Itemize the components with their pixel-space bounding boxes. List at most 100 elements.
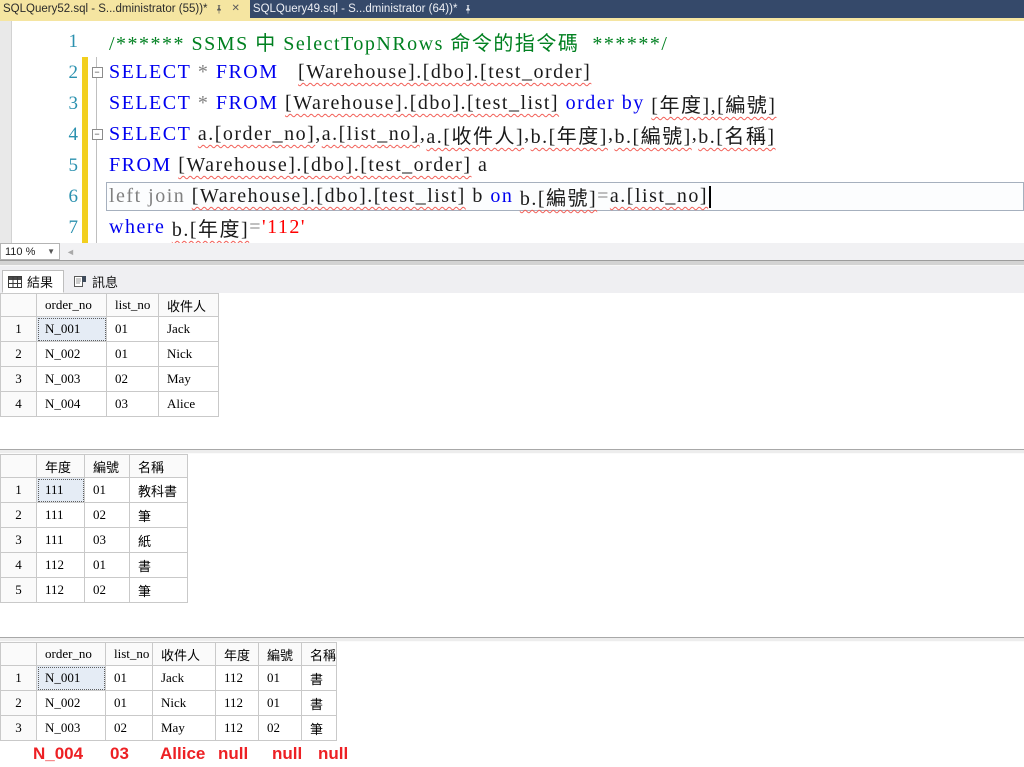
grid-cell[interactable]: 紙 [129,527,188,553]
collapse-icon[interactable]: − [91,67,103,78]
fold-margin[interactable] [88,150,106,181]
grid-cell[interactable]: 112 [215,690,259,716]
grid-header-cell[interactable]: list_no [105,642,153,666]
code-line[interactable]: 7 where b.[年度] = '112' [0,212,1024,243]
grid-cell[interactable]: 03 [106,391,159,417]
code-text[interactable]: where b.[年度] = '112' [106,213,1024,242]
grid-cell[interactable]: May [158,366,219,392]
grid-cell[interactable]: 教科書 [129,477,188,503]
tab-sqlquery49[interactable]: SQLQuery49.sql - S...dministrator (64))* [250,0,482,18]
grid-cell[interactable]: Nick [158,341,219,367]
grid-cell[interactable]: 112 [215,715,259,741]
grid-cell[interactable]: 筆 [129,502,188,528]
grid-cell[interactable]: Nick [152,690,216,716]
grid-row-number[interactable]: 2 [0,502,37,528]
grid-cell[interactable]: 書 [129,552,188,578]
grid-cell[interactable]: 筆 [129,577,188,603]
grid-cell[interactable]: N_003 [36,366,107,392]
grid-header-cell[interactable]: 年度 [36,454,85,478]
grid-row-number[interactable]: 3 [0,715,37,741]
collapse-icon[interactable]: − [91,129,103,140]
fold-margin[interactable] [88,212,106,243]
pin-icon[interactable] [214,4,224,15]
grid-cell[interactable]: 02 [84,577,130,603]
breakpoint-margin[interactable] [0,21,12,243]
code-line[interactable]: 3 SELECT * FROM [Warehouse].[dbo].[test_l… [0,88,1024,119]
grid-cell[interactable]: 01 [106,341,159,367]
grid-header-cell[interactable]: order_no [36,642,106,666]
code-line[interactable]: 6 left join [Warehouse].[dbo].[test_list]… [0,181,1024,212]
grid-cell[interactable]: 03 [84,527,130,553]
tab-results[interactable]: 結果 [2,270,65,293]
fold-margin[interactable] [88,181,106,212]
grid-corner-cell[interactable] [0,642,37,666]
grid-cell[interactable]: 筆 [301,715,337,741]
grid-cell[interactable]: N_001 [36,665,106,691]
grid-cell[interactable]: 02 [106,366,159,392]
grid-cell[interactable]: 01 [258,690,302,716]
grid-corner-cell[interactable] [0,454,37,478]
grid-cell[interactable]: 01 [105,665,153,691]
grid-row-number[interactable]: 3 [0,366,37,392]
grid-header-cell[interactable]: 名稱 [301,642,337,666]
horizontal-scrollbar[interactable]: ◄ [60,243,1024,260]
grid-header-cell[interactable]: order_no [36,293,107,317]
code-line[interactable]: 4− SELECT a.[order_no], a.[list_no], a.[收件人… [0,119,1024,150]
grid-cell[interactable]: 01 [84,477,130,503]
grid-cell[interactable]: N_002 [36,690,106,716]
grid-cell[interactable]: 112 [36,552,85,578]
grid-cell[interactable]: Jack [158,316,219,342]
grid-cell[interactable]: 02 [258,715,302,741]
grid-header-cell[interactable]: list_no [106,293,159,317]
grid-row-number[interactable]: 1 [0,316,37,342]
grid-cell[interactable]: 書 [301,665,337,691]
grid-row-number[interactable]: 4 [0,552,37,578]
fold-margin[interactable] [88,88,106,119]
grid-cell[interactable]: 01 [258,665,302,691]
grid-cell[interactable]: 01 [105,690,153,716]
grid-cell[interactable]: 111 [36,527,85,553]
code-text[interactable]: FROM [Warehouse].[dbo].[test_order] a [106,151,1024,180]
grid-row-number[interactable]: 4 [0,391,37,417]
fold-margin[interactable]: − [88,57,106,88]
grid-header-cell[interactable]: 收件人 [158,293,219,317]
grid-cell[interactable]: Jack [152,665,216,691]
grid-cell[interactable]: 111 [36,502,85,528]
close-icon[interactable]: ✕ [230,4,242,14]
grid-cell[interactable]: N_003 [36,715,106,741]
grid-cell[interactable]: 01 [84,552,130,578]
grid-cell[interactable]: 02 [105,715,153,741]
fold-margin[interactable]: − [88,119,106,150]
code-text[interactable]: left join [Warehouse].[dbo].[test_list] … [106,182,1024,211]
grid-cell[interactable]: 01 [106,316,159,342]
code-line[interactable]: 5 FROM [Warehouse].[dbo].[test_order] a [0,150,1024,181]
code-line[interactable]: 2− SELECT * FROM [Warehouse].[dbo].[test_… [0,57,1024,88]
grid-cell[interactable]: 02 [84,502,130,528]
fold-margin[interactable] [88,26,106,57]
grid-row-number[interactable]: 2 [0,690,37,716]
grid-header-cell[interactable]: 名稱 [129,454,188,478]
grid-header-cell[interactable]: 年度 [215,642,259,666]
grid-corner-cell[interactable] [0,293,37,317]
pin-icon[interactable] [463,4,473,15]
grid-row-number[interactable]: 5 [0,577,37,603]
editor-zoom-control[interactable]: 110 % ▼ [0,243,60,260]
tab-sqlquery52[interactable]: SQLQuery52.sql - S...dministrator (55))*… [0,0,250,18]
grid-cell[interactable]: N_004 [36,391,107,417]
grid-cell[interactable]: Alice [158,391,219,417]
grid-row-number[interactable]: 3 [0,527,37,553]
code-text[interactable]: SELECT a.[order_no], a.[list_no], a.[收件人],… [106,120,1024,149]
grid-header-cell[interactable]: 編號 [258,642,302,666]
grid-cell[interactable]: N_002 [36,341,107,367]
grid-row-number[interactable]: 1 [0,477,37,503]
grid-cell[interactable]: 書 [301,690,337,716]
grid-row-number[interactable]: 2 [0,341,37,367]
code-text[interactable]: SELECT * FROM [Warehouse].[dbo].[test_li… [106,89,1024,118]
sql-editor[interactable]: 1/****** SSMS 中 SelectTopNRows 命令的指令碼 **… [0,21,1024,243]
grid-row-number[interactable]: 1 [0,665,37,691]
grid-cell[interactable]: N_001 [36,316,107,342]
tab-messages[interactable]: 訊息 [67,270,130,293]
code-line[interactable]: 1/****** SSMS 中 SelectTopNRows 命令的指令碼 **… [0,26,1024,57]
scroll-left-arrow-icon[interactable]: ◄ [60,247,75,257]
chevron-down-icon[interactable]: ▼ [47,247,55,256]
